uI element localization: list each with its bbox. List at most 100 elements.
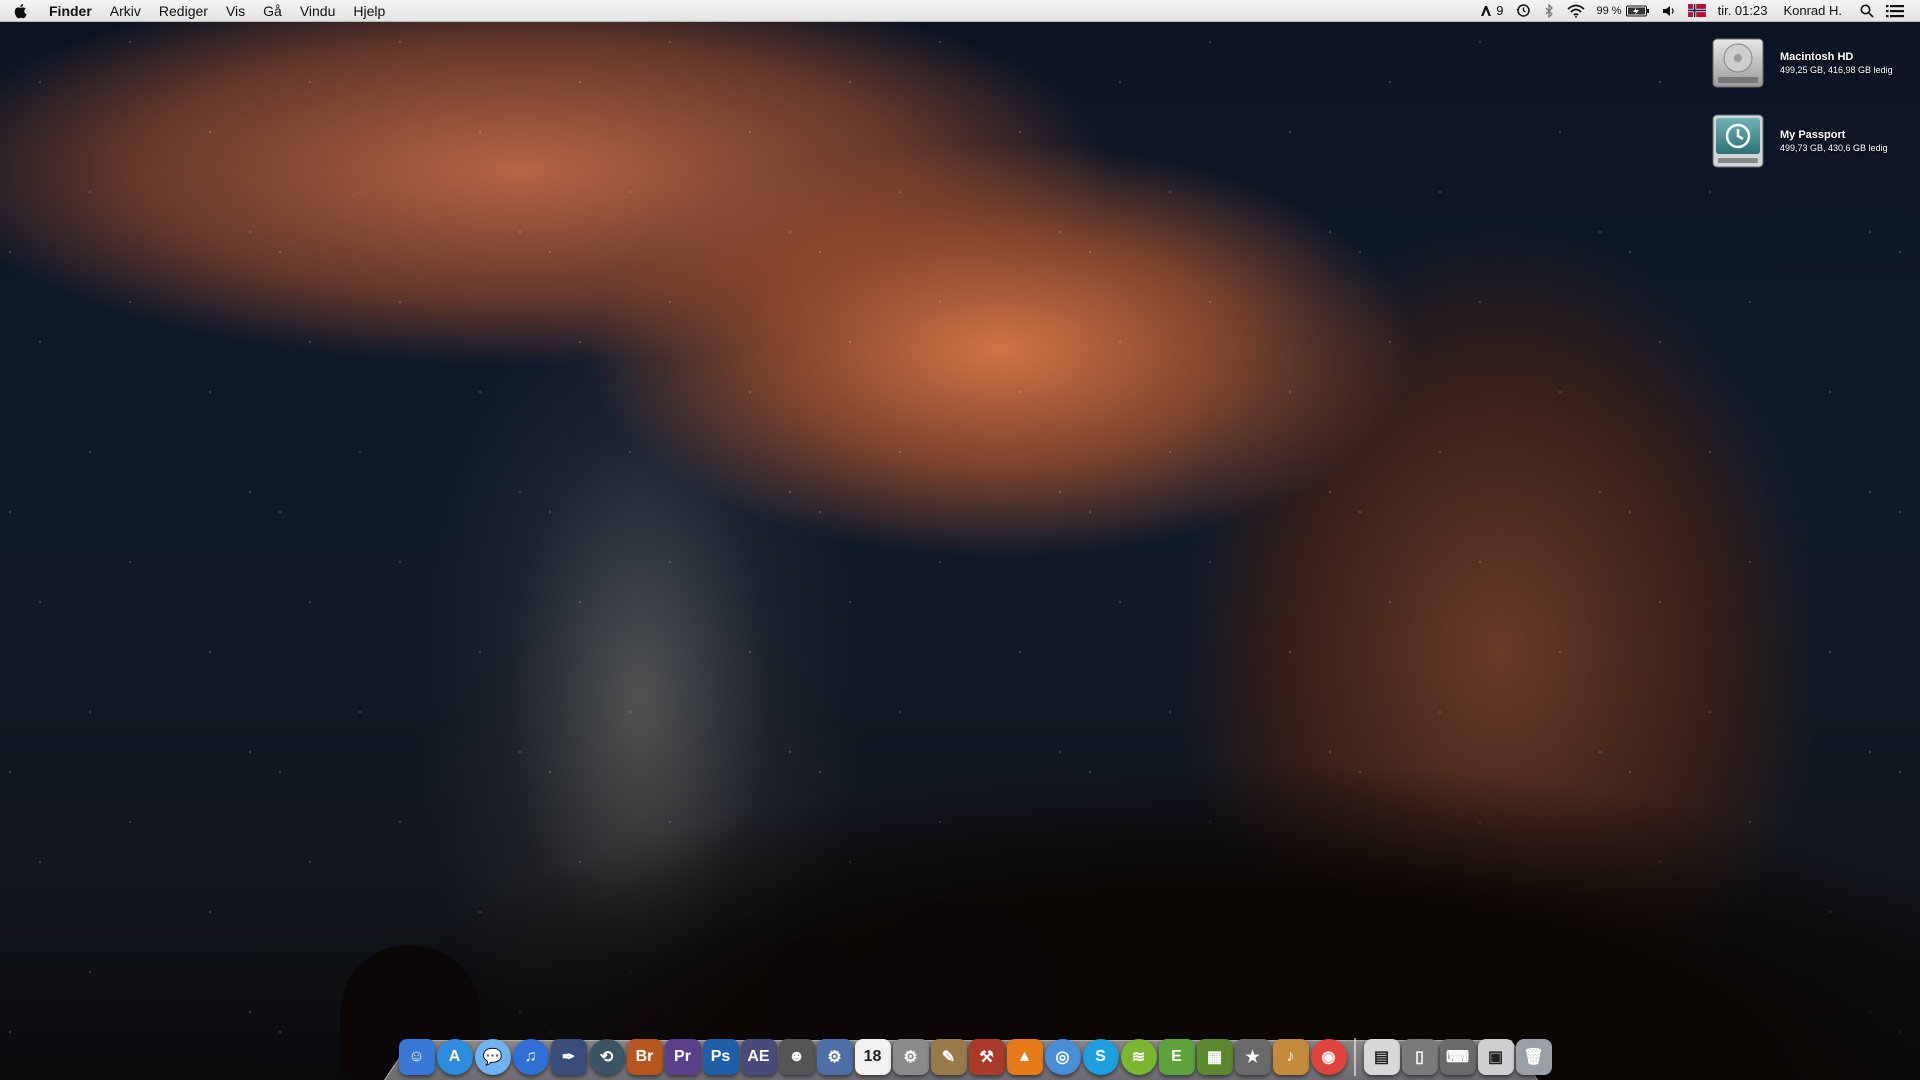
dock-item-trash[interactable]: 🗑 [1515,1039,1552,1075]
dock-app-imovie[interactable]: ★ [1234,1039,1271,1075]
rock-silhouette [330,750,1920,1080]
search-icon [1860,4,1874,18]
dock-app-steam-avatar[interactable]: ☻ [778,1039,815,1075]
calendar-icon: 18 [863,1048,882,1065]
volume-info: 499,25 GB, 416,98 GB ledig [1780,65,1893,75]
menu-bar: Finder Arkiv Rediger Vis Gå Vindu Hjelp … [0,0,1920,22]
desktop-volume-my-passport[interactable]: My Passport 499,73 GB, 430,6 GB ledig [1708,110,1914,172]
volume-label: My Passport 499,73 GB, 430,6 GB ledig [1780,129,1888,153]
time-machine-icon: ⟲ [599,1049,614,1066]
script-editor-icon: ✎ [941,1049,956,1066]
volume-info: 499,73 GB, 430,6 GB ledig [1780,143,1888,153]
battery-menu[interactable]: 99 % [1591,0,1656,22]
time-machine-menu[interactable] [1510,0,1537,22]
adobe-update-count: 9 [1496,3,1504,18]
utility-icon: ⚒ [979,1049,994,1066]
dock-app-evernote[interactable]: E [1158,1039,1195,1075]
premiere-icon: Pr [674,1048,691,1065]
dock-app-calendar[interactable]: 18 [854,1039,891,1075]
volume-name: My Passport [1780,129,1846,141]
imovie-icon: ★ [1245,1049,1260,1066]
trash-icon: 🗑 [1523,1049,1544,1066]
device-stack-icon: ▯ [1415,1049,1424,1066]
chrome-icon: ◉ [1321,1049,1336,1066]
dock-app-after-effects[interactable]: AE [740,1039,777,1075]
automator-icon: ⚙ [827,1049,842,1066]
dock-app-messages[interactable]: 💬 [474,1039,511,1075]
documents-stack-icon: ▤ [1373,1049,1390,1066]
dock-separator [1354,1038,1356,1076]
menu-finder[interactable]: Finder [40,0,101,22]
skype-icon: S [1095,1048,1106,1065]
desktop-volume-macintosh-hd[interactable]: Macintosh HD 499,25 GB, 416,98 GB ledig [1708,32,1914,94]
menu-arkiv[interactable]: Arkiv [101,0,150,22]
dock-app-finder[interactable]: ☺ [398,1039,435,1075]
bluetooth-icon [1545,3,1553,18]
evernote-icon: E [1171,1048,1182,1065]
dock-app-spotify[interactable]: ≋ [1120,1039,1157,1075]
volume-name: Macintosh HD [1780,51,1854,63]
wifi-menu[interactable] [1561,0,1591,22]
dock-item-downloads-stack[interactable]: ▣ [1477,1039,1514,1075]
dock: ☺ A 💬 ♫ ✒ ⟲ Br Pr Ps AE ☻ ⚙ 18 ⚙ ✎ ⚒ ▲ ◎ S ≋ E ▦ ★ ♪ ◉ ▤ ▯ ⌨ ▣ 🗑 [398,1034,1552,1080]
dock-item-documents-stack[interactable]: ▤ [1363,1039,1400,1075]
dock-app-chrome[interactable]: ◉ [1310,1039,1347,1075]
steam-avatar-icon: ☻ [788,1048,805,1065]
dock-app-safari[interactable]: ◎ [1044,1039,1081,1075]
menu-rediger[interactable]: Rediger [150,0,217,22]
adobe-updates-menu[interactable]: 9 [1474,0,1509,22]
user-menu[interactable]: Konrad H. [1773,0,1848,22]
spotify-icon: ≋ [1131,1049,1146,1066]
dock-app-bridge[interactable]: Br [626,1039,663,1075]
hard-drive-icon [1712,38,1764,88]
dock-app-premiere[interactable]: Pr [664,1039,701,1075]
adobe-icon [1481,5,1492,16]
dock-app-minecraft[interactable]: ▦ [1196,1039,1233,1075]
menu-vis[interactable]: Vis [217,0,254,22]
dock-app-time-machine[interactable]: ⟲ [588,1039,625,1075]
dock-app-script-editor[interactable]: ✎ [930,1039,967,1075]
pixelmator-icon: ✒ [561,1049,576,1066]
vlc-icon: ▲ [1016,1048,1033,1065]
norway-flag-icon [1687,4,1706,17]
clock[interactable]: tir. 01:23 [1712,0,1774,22]
finder-icon: ☺ [408,1048,425,1065]
safari-icon: ◎ [1055,1049,1070,1066]
dock-app-system-preferences[interactable]: ⚙ [892,1039,929,1075]
dock-app-utility[interactable]: ⚒ [968,1039,1005,1075]
dock-app-pixelmator[interactable]: ✒ [550,1039,587,1075]
dock-app-itunes[interactable]: ♫ [512,1039,549,1075]
menu-ga[interactable]: Gå [254,0,291,22]
dock-item-keyboard-stack[interactable]: ⌨ [1439,1039,1476,1075]
dock-app-vlc[interactable]: ▲ [1006,1039,1043,1075]
dock-app-skype[interactable]: S [1082,1039,1119,1075]
messages-icon: 💬 [482,1049,503,1066]
apple-menu-icon[interactable] [0,3,40,19]
dock-item-device-stack[interactable]: ▯ [1401,1039,1438,1075]
list-icon [1886,4,1904,17]
itunes-icon: ♫ [524,1048,537,1065]
volume-label: Macintosh HD 499,25 GB, 416,98 GB ledig [1780,51,1893,75]
volume-menu[interactable] [1656,0,1682,22]
dock-app-garageband[interactable]: ♪ [1272,1039,1309,1075]
after-effects-icon: AE [747,1048,770,1065]
time-machine-drive-icon [1712,114,1764,168]
spotlight-menu[interactable] [1848,0,1880,22]
battery-percent: 99 % [1596,4,1622,17]
dock-app-automator[interactable]: ⚙ [816,1039,853,1075]
photoshop-icon: Ps [710,1048,731,1065]
dock-app-photoshop[interactable]: Ps [702,1039,739,1075]
keyboard-stack-icon: ⌨ [1445,1049,1470,1066]
downloads-stack-icon: ▣ [1487,1049,1504,1066]
input-source-menu[interactable] [1682,0,1712,22]
menu-hjelp[interactable]: Hjelp [344,0,394,22]
wifi-icon [1566,4,1585,18]
notification-center-menu[interactable] [1880,0,1910,22]
system-preferences-icon: ⚙ [903,1049,918,1066]
garageband-icon: ♪ [1286,1048,1295,1065]
battery-charging-icon [1625,5,1649,16]
app-store-icon: A [448,1048,461,1065]
dock-app-app-store[interactable]: A [436,1039,473,1075]
menu-vindu[interactable]: Vindu [291,0,345,22]
bluetooth-menu[interactable] [1537,0,1561,22]
